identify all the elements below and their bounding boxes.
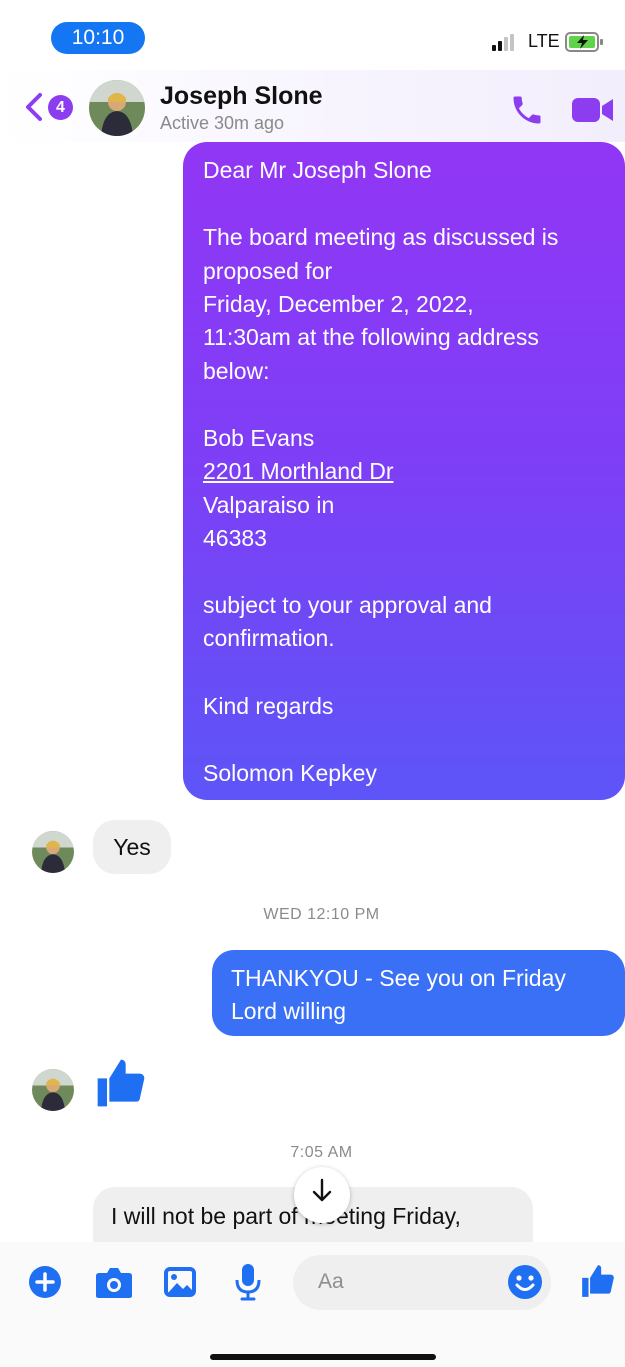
avatar[interactable] [89,80,145,136]
timestamp: WED 12:10 PM [263,906,380,923]
plus-icon[interactable] [29,1266,61,1303]
message-line: 11:30am at the following address [203,324,539,350]
thumbs-up-icon[interactable] [579,1262,617,1305]
message-input-placeholder: Aa [318,1270,344,1293]
address-link[interactable]: 2201 Morthland Dr [203,458,394,485]
outgoing-message[interactable]: THANKYOU - See you on Friday Lord willin… [212,950,625,1036]
thumbs-up-icon[interactable] [93,1055,149,1116]
active-status: Active 30m ago [160,113,285,133]
message-line: The board meeting as discussed is [203,224,559,250]
message-line: I will not be part of meeting Friday, [111,1203,461,1229]
message-line: Solomon Kepkey [203,760,377,786]
message-line: Dear Mr Joseph Slone [203,157,432,183]
video-camera-icon[interactable] [572,96,614,129]
message-line: Bob Evans [203,425,315,451]
message-line: Lord willing [231,998,347,1024]
avatar[interactable] [32,1069,74,1111]
message-line: below: [203,358,270,384]
scroll-down-button[interactable] [294,1167,350,1223]
battery-icon [565,31,605,58]
message-line: Valparaiso in [203,492,335,518]
message-line: Friday, December 2, 2022, [203,291,474,317]
outgoing-message-letter[interactable]: Dear Mr Joseph Slone The board meeting a… [183,142,625,800]
message-line: Kind regards [203,693,334,719]
arrow-down-icon [310,1178,334,1212]
image-icon[interactable] [163,1266,197,1303]
message-line: confirmation. [203,625,335,651]
microphone-icon[interactable] [235,1263,261,1306]
emoji-icon[interactable] [507,1264,543,1305]
unread-count-badge[interactable]: 4 [48,95,73,120]
home-indicator[interactable] [210,1354,436,1360]
status-time: 10:10 [51,22,145,54]
message-line: proposed for [203,258,333,284]
message-line: subject to your approval and [203,592,492,618]
message-line: THANKYOU - See you on Friday [231,965,566,991]
camera-icon[interactable] [95,1267,133,1304]
message-line: 46383 [203,525,267,551]
timestamp: 7:05 AM [290,1144,353,1161]
back-chevron-icon[interactable] [22,92,46,127]
network-label: LTE [528,31,560,51]
incoming-message[interactable]: Yes [93,820,171,874]
phone-icon[interactable] [509,92,545,133]
signal-icon [492,34,520,57]
contact-name[interactable]: Joseph Slone [160,82,323,111]
avatar[interactable] [32,831,74,873]
